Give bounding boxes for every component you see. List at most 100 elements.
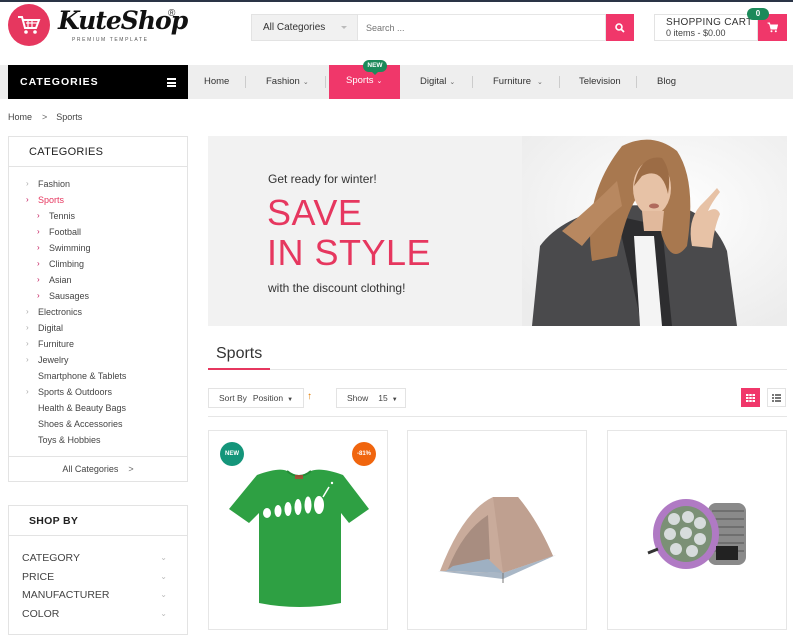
chevron-right-icon: › [26, 323, 29, 332]
chevron-down-icon: ⌄ [376, 78, 383, 85]
shop-by-title: SHOP BY [9, 506, 187, 536]
filter-label: CATEGORY [22, 552, 80, 564]
sidebar-category-item[interactable]: › Sports [9, 192, 187, 208]
section-divider [208, 369, 787, 370]
chevron-right-icon: › [37, 211, 40, 220]
sidebar-category-label: Tennis [49, 211, 76, 221]
nav-label: Sports [346, 75, 374, 86]
filter-label: PRICE [22, 570, 55, 583]
promo-banner[interactable]: Get ready for winter! SAVE IN STYLE with… [208, 136, 787, 326]
nav-label: Digital [420, 76, 447, 87]
filter-color[interactable]: COLOR ⌄ [9, 605, 187, 624]
sort-direction-arrow-icon[interactable]: ↑ [307, 391, 312, 402]
all-categories-link[interactable]: All Categories > [9, 456, 187, 481]
nav-item-digital[interactable]: Digital ⌄ [420, 65, 455, 99]
chevron-right-icon: › [26, 355, 29, 364]
filter-price[interactable]: PRICE ⌄ [9, 568, 187, 587]
chevron-down-icon: ⌄ [449, 79, 456, 86]
sort-by-select[interactable]: Sort By Position ▼ [208, 388, 304, 408]
chevron-right-icon: › [26, 307, 29, 316]
sidebar-category-item[interactable]: Toys & Hobbies [9, 432, 187, 448]
filter-category[interactable]: CATEGORY ⌄ [9, 549, 187, 568]
toolbar-divider [208, 416, 787, 417]
show-label: Show [347, 393, 369, 403]
sidebar-category-item[interactable]: › Electronics [9, 304, 187, 320]
chevron-right-icon: > [128, 464, 134, 474]
banner-headline-line1: SAVE [267, 192, 363, 233]
categories-menu-toggle[interactable]: CATEGORIES [8, 65, 188, 99]
sidebar-category-item[interactable]: Health & Beauty Bags [9, 400, 187, 416]
sort-by-value: Position [252, 393, 284, 403]
search-bar: All Categories [251, 14, 634, 41]
sidebar-category-item[interactable]: Smartphone & Tablets [9, 368, 187, 384]
sidebar-category-label: Health & Beauty Bags [38, 403, 127, 413]
sidebar-category-item[interactable]: › Asian [9, 272, 187, 288]
category-select[interactable]: All Categories [251, 14, 358, 41]
product-card[interactable]: NEW -81% [208, 430, 388, 630]
banner-pretitle: Get ready for winter! [268, 172, 377, 186]
sidebar-categories-title: CATEGORIES [9, 137, 187, 167]
show-per-page-select[interactable]: Show 15 ▼ [336, 388, 406, 408]
nav-item-television[interactable]: Television [579, 65, 621, 99]
breadcrumb-current: Sports [56, 112, 83, 122]
sidebar-category-item[interactable]: › Football [9, 224, 187, 240]
sidebar-category-label: Toys & Hobbies [38, 435, 101, 445]
breadcrumb-home-link[interactable]: Home [8, 112, 32, 122]
chevron-right-icon: › [37, 243, 40, 252]
filter-list: CATEGORY ⌄ PRICE ⌄ MANUFACTURER ⌄ COLOR ⌄ [9, 536, 187, 623]
sidebar-category-label: Smartphone & Tablets [38, 371, 127, 381]
search-icon [615, 22, 625, 33]
hamburger-icon [167, 78, 176, 89]
chevron-down-icon: ⌄ [160, 608, 167, 618]
sidebar-category-item[interactable]: › Swimming [9, 240, 187, 256]
sidebar-category-item[interactable]: › Sausages [9, 288, 187, 304]
nav-item-furniture[interactable]: Furniture ⌄ [493, 65, 543, 99]
chevron-right-icon: › [37, 259, 40, 268]
nav-label: Television [579, 76, 621, 87]
chevron-down-icon: ⌄ [302, 79, 309, 86]
sidebar-category-item[interactable]: › Jewelry [9, 352, 187, 368]
chevron-right-icon: › [37, 275, 40, 284]
nav-item-home[interactable]: Home [204, 65, 229, 99]
chevron-down-icon: ⌄ [160, 590, 167, 599]
categories-label: CATEGORIES [20, 76, 99, 88]
banner-subtitle: with the discount clothing! [268, 281, 406, 295]
filter-label: COLOR [22, 607, 60, 620]
sidebar-category-item[interactable]: › Digital [9, 320, 187, 336]
search-button[interactable] [606, 14, 634, 41]
sidebar-shop-by: SHOP BY CATEGORY ⌄ PRICE ⌄ MANUFACTURER ⌄ C… [8, 505, 188, 635]
logo[interactable]: KuteShop ® PREMIUM TEMPLATE [8, 4, 188, 46]
caret-down-icon [341, 26, 347, 29]
logo-tagline: PREMIUM TEMPLATE [72, 37, 149, 43]
chevron-right-icon: › [26, 387, 29, 396]
product-image-dome-tent [438, 497, 556, 583]
sort-by-label: Sort By [219, 393, 247, 403]
list-view-button[interactable] [767, 388, 786, 407]
chevron-right-icon: › [37, 291, 40, 300]
chevron-right-icon: › [26, 339, 29, 348]
search-input[interactable] [358, 14, 606, 41]
sidebar-category-item[interactable]: Shoes & Accessories [9, 416, 187, 432]
sidebar-category-item[interactable]: › Tennis [9, 208, 187, 224]
chevron-down-icon: ⌄ [160, 571, 167, 581]
product-card[interactable] [607, 430, 787, 630]
nav-label: Fashion [266, 76, 300, 87]
registered-mark: ® [168, 8, 176, 19]
nav-divider [325, 76, 326, 88]
sidebar-category-item[interactable]: › Furniture [9, 336, 187, 352]
sidebar-category-item[interactable]: › Sports & Outdoors [9, 384, 187, 400]
grid-view-button[interactable] [741, 388, 760, 407]
sidebar-category-item[interactable]: › Climbing [9, 256, 187, 272]
sidebar-category-item[interactable]: › Fashion [9, 176, 187, 192]
product-card[interactable] [407, 430, 587, 630]
filter-manufacturer[interactable]: MANUFACTURER ⌄ [9, 586, 187, 605]
shopping-cart-summary[interactable]: SHOPPING CART 0 items - $0.00 [654, 14, 758, 41]
cart-count-badge: 0 [747, 8, 769, 20]
nav-item-blog[interactable]: Blog [657, 65, 676, 99]
nav-item-fashion[interactable]: Fashion ⌄ [266, 65, 309, 99]
chevron-right-icon: › [37, 227, 40, 236]
chevron-right-icon: › [26, 195, 29, 204]
product-image-bike-light [647, 499, 746, 569]
nav-divider [636, 76, 637, 88]
breadcrumb: Home > Sports [8, 112, 82, 122]
